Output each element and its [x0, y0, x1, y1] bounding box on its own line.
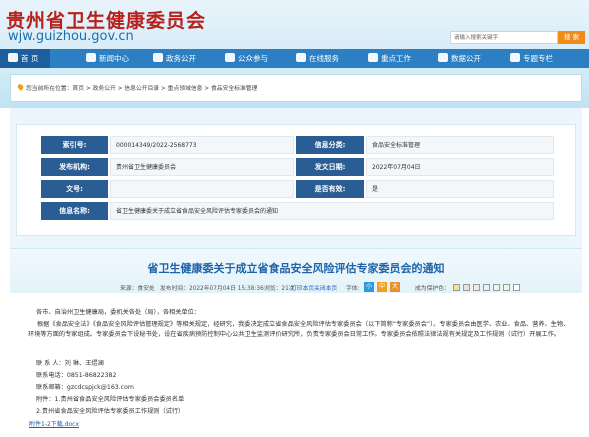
article-phone: 联系电话：0851-86822382 — [36, 372, 117, 379]
article-contact: 联 系 人：刘 琳、王煜澜 — [36, 360, 104, 367]
nav-item-key-work[interactable]: 重点工作 — [368, 49, 411, 68]
meta-name-label: 信息名称: — [41, 202, 108, 220]
chat-icon — [225, 53, 235, 62]
nav-item-data-open[interactable]: 数据公开 — [438, 49, 481, 68]
font-small-button[interactable]: 小 — [364, 282, 374, 292]
color-swatch-2[interactable] — [463, 284, 470, 291]
close-page-link[interactable]: 关闭本页 — [314, 283, 337, 292]
nav-item-gov-affairs[interactable]: 政务公开 — [153, 49, 196, 68]
nav-item-public-participation[interactable]: 公众参与 — [225, 49, 268, 68]
color-swatch-7[interactable] — [513, 284, 520, 291]
folder-icon — [153, 53, 163, 62]
color-swatch-5[interactable] — [493, 284, 500, 291]
breadcrumb-key-areas[interactable]: 重点领域信息 — [168, 86, 203, 92]
breadcrumb-home[interactable]: 首页 — [72, 86, 84, 92]
main-nav: 首 页 新闻中心 政务公开 公众参与 在线服务 重点工作 数据公开 专题专栏 — [0, 49, 589, 68]
breadcrumb-gov-affairs[interactable]: 政务公开 — [93, 86, 116, 92]
search-input[interactable]: 请输入搜索关键字 — [450, 31, 558, 44]
nav-item-home[interactable]: 首 页 — [0, 49, 51, 68]
flag-icon — [368, 53, 378, 62]
article-title: 省卫生健康委关于成立省食品安全风险评估专家委员会的通知 — [147, 262, 445, 275]
meta-publisher-value: 贵州省卫生健康委员会 — [110, 158, 294, 176]
guard-color-label: 成为保护色： — [415, 286, 450, 292]
chart-icon — [438, 53, 448, 62]
meta-date-value: 2022年07月04日 — [366, 158, 554, 176]
article-source: 来源：食安处 — [120, 286, 155, 292]
color-swatch-6[interactable] — [503, 284, 510, 291]
site-domain: wjw.guizhou.gov.cn — [8, 29, 134, 44]
home-icon — [8, 53, 18, 62]
breadcrumb: 您当前所在位置：首页 > 政务公开 > 信息公开目录 > 重点领域信息 > 食品… — [16, 83, 257, 92]
location-pin-icon — [16, 83, 25, 91]
article-paragraph: 根据《食品安全法》《食品安全风险评估管理规定》等相关规定，经研究，我委决定成立省… — [28, 321, 570, 338]
meta-docno-label: 文号: — [41, 180, 108, 198]
meta-index-value: 000014349/2022-2568773 — [110, 136, 294, 154]
nav-item-special-topics[interactable]: 专题专栏 — [510, 49, 553, 68]
font-large-button[interactable]: 大 — [390, 282, 400, 292]
meta-name-value: 省卫生健康委关于成立省食品安全风险评估专家委员会的通知 — [110, 202, 554, 220]
color-swatch-3[interactable] — [473, 284, 480, 291]
breadcrumb-catalog[interactable]: 信息公开目录 — [124, 86, 159, 92]
article-greeting: 各市、自治州卫生健康局，委机关各处（局），各相关单位： — [36, 309, 200, 316]
meta-category-label: 信息分类: — [296, 136, 364, 154]
search-button[interactable]: 搜 索 — [558, 31, 585, 44]
meta-category-value: 食品安全标准管理 — [366, 136, 554, 154]
font-size-label: 字体: — [346, 286, 360, 292]
newspaper-icon — [86, 53, 96, 62]
meta-valid-label: 是否有效: — [296, 180, 364, 198]
meta-docno-value — [110, 180, 294, 198]
meta-index-label: 索引号: — [41, 136, 108, 154]
article-publish-time: 发布时间：2022年07月04日 15:38:36 — [160, 286, 264, 292]
font-medium-button[interactable]: 中 — [377, 282, 387, 292]
article-email: 联系邮箱：gzcdcspjck@163.com — [36, 384, 134, 391]
print-page-link[interactable]: 打印本页 — [291, 283, 314, 292]
meta-valid-value: 是 — [366, 180, 554, 198]
attachment-download-link[interactable]: 附件1-2下载.docx — [29, 419, 79, 428]
article-attachment-1: 附件：1.贵州省食品安全风险评估专家委员会委员名单 — [36, 396, 185, 403]
meta-date-label: 发文日期: — [296, 158, 364, 176]
color-swatch-4[interactable] — [483, 284, 490, 291]
nav-item-online-service[interactable]: 在线服务 — [296, 49, 339, 68]
breadcrumb-current[interactable]: 食品安全标准管理 — [211, 86, 257, 92]
color-swatch-1[interactable] — [453, 284, 460, 291]
article-attachment-2: 2.贵州省食品安全风险评估专家委员工作规则（试行） — [36, 408, 185, 415]
meta-publisher-label: 发布机构: — [41, 158, 108, 176]
grid-icon — [510, 53, 520, 62]
nav-item-news[interactable]: 新闻中心 — [86, 49, 129, 68]
article-views: 浏览：21次 — [264, 286, 295, 292]
monitor-icon — [296, 53, 306, 62]
